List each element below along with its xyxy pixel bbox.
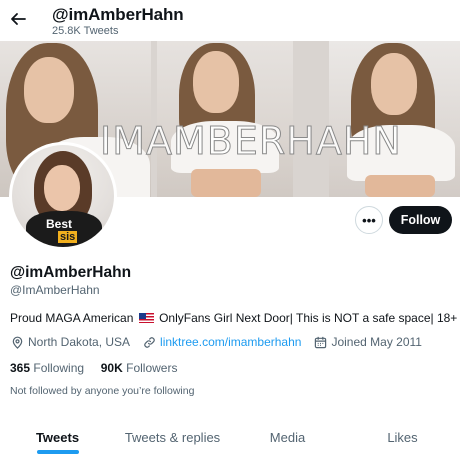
calendar-icon	[313, 335, 327, 349]
location-pin-icon	[10, 335, 24, 349]
user-handle: @ImAmberHahn	[10, 283, 100, 297]
followers-stat[interactable]: 90K Followers	[101, 361, 178, 375]
display-name: @imAmberHahn	[10, 264, 132, 281]
back-arrow-icon[interactable]	[6, 7, 30, 31]
profile-location: North Dakota, USA	[10, 335, 130, 349]
avatar-photo: Best sis	[12, 145, 114, 247]
profile-header-bar: @imAmberHahn 25.8K Tweets	[0, 0, 460, 41]
followed-by-note: Not followed by anyone you’re following	[10, 385, 195, 397]
bio-text-end: OnlyFans Girl Next Door| This is NOT a s…	[159, 311, 458, 325]
tab-tweets-replies[interactable]: Tweets & replies	[115, 414, 230, 460]
profile-meta: North Dakota, USA linktree.com/imamberha…	[10, 335, 434, 349]
link-text[interactable]: linktree.com/imamberhahn	[160, 335, 301, 349]
avatar-shirt-text: Best	[46, 217, 73, 231]
tab-media[interactable]: Media	[230, 414, 345, 460]
tab-tweets[interactable]: Tweets	[0, 414, 115, 460]
tab-likes[interactable]: Likes	[345, 414, 460, 460]
joined-text: Joined May 2011	[331, 335, 422, 349]
follow-button[interactable]: Follow	[389, 206, 452, 234]
avatar-shirt-badge: sis	[58, 231, 78, 243]
profile-joined: Joined May 2011	[313, 335, 422, 349]
banner-watermark: IMAMBERHAHN	[100, 119, 402, 164]
location-text: North Dakota, USA	[28, 335, 131, 349]
bio-text-start: Proud MAGA American	[10, 311, 134, 325]
us-flag-icon	[138, 313, 154, 323]
avatar[interactable]: Best sis	[9, 142, 117, 250]
tweet-count: 25.8K Tweets	[52, 25, 119, 37]
profile-tabs: Tweets Tweets & replies Media Likes	[0, 414, 460, 460]
more-icon: •••	[362, 212, 376, 228]
header-title: @imAmberHahn	[52, 5, 184, 24]
profile-bio: Proud MAGA American OnlyFans Girl Next D…	[10, 311, 457, 325]
profile-link[interactable]: linktree.com/imamberhahn	[142, 335, 301, 349]
following-stat[interactable]: 365 Following	[10, 361, 84, 375]
active-tab-indicator	[36, 450, 79, 454]
follow-stats: 365 Following 90K Followers	[10, 361, 177, 375]
link-icon	[142, 335, 156, 349]
more-options-button[interactable]: •••	[355, 206, 383, 234]
